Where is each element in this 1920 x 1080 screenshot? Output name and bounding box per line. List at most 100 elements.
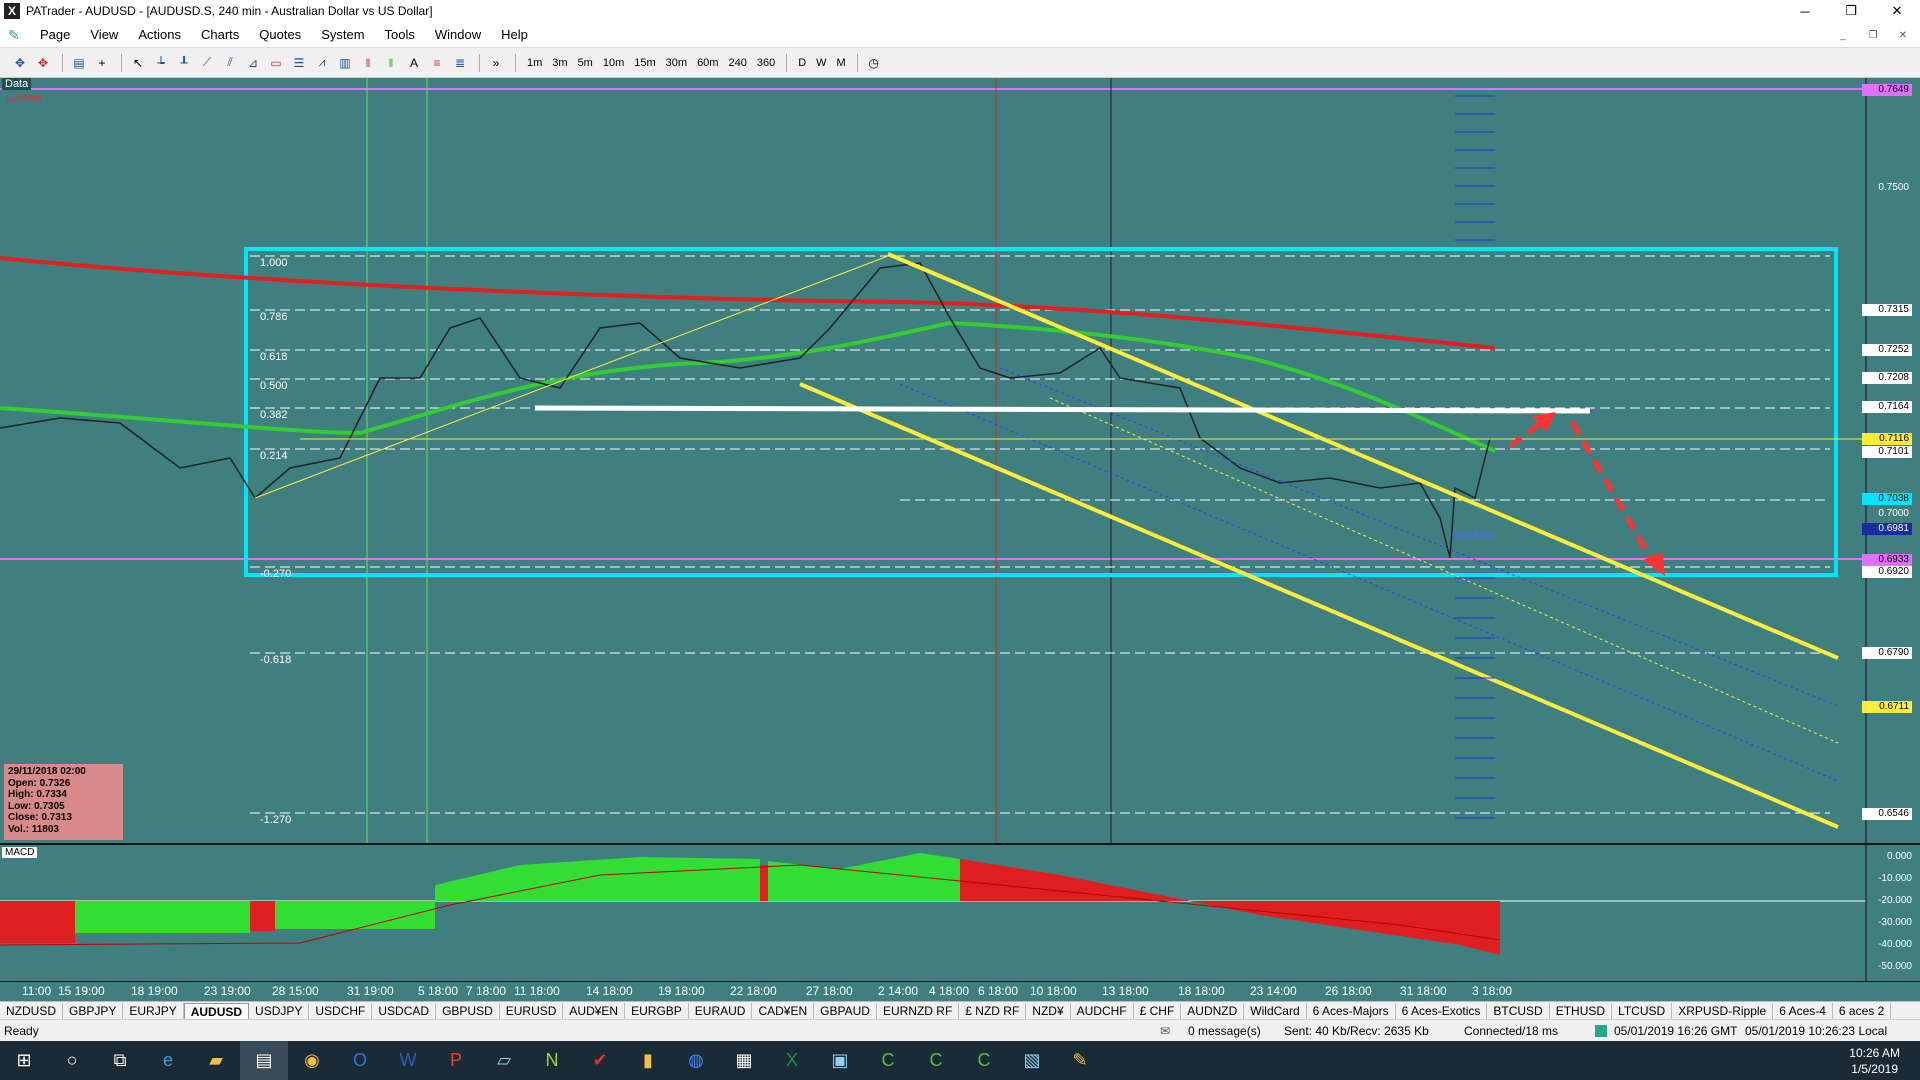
symbol-tab[interactable]: NZDUSD xyxy=(0,1002,63,1019)
app-screen-icon[interactable]: ▣ xyxy=(816,1041,864,1080)
menu-charts[interactable]: Charts xyxy=(191,27,249,42)
tf-240[interactable]: 240 xyxy=(723,53,751,73)
symbol-tab[interactable]: EURUSD xyxy=(500,1002,564,1019)
chart-icon[interactable]: ▤ xyxy=(69,53,89,73)
crosshair-blue-icon[interactable]: ✥ xyxy=(10,53,30,73)
tf-5m[interactable]: 5m xyxy=(573,53,598,73)
symbol-tab[interactable]: LTCUSD xyxy=(1612,1002,1673,1019)
menu-window[interactable]: Window xyxy=(425,27,491,42)
symbol-tab[interactable]: USDCHF xyxy=(309,1002,373,1019)
fib-ext-icon[interactable]: ‖ xyxy=(381,53,401,73)
menu-system[interactable]: System xyxy=(311,27,374,42)
tf-monthly[interactable]: M xyxy=(832,53,851,73)
mail-icon[interactable]: ✉ xyxy=(1160,1024,1170,1038)
tf-30m[interactable]: 30m xyxy=(661,53,692,73)
symbol-tab[interactable]: USDJPY xyxy=(249,1002,310,1019)
chrome-icon[interactable]: ◉ xyxy=(288,1041,336,1080)
symbol-tab[interactable]: EURAUD xyxy=(689,1002,753,1019)
symbol-tab[interactable]: NZD¥ xyxy=(1026,1002,1071,1019)
fib-retrace-icon[interactable]: ☰ xyxy=(289,53,309,73)
gann-icon[interactable]: ⩘ xyxy=(312,53,332,73)
file-explorer-icon[interactable]: ▰ xyxy=(192,1041,240,1080)
symbol-tab[interactable]: WildCard xyxy=(1244,1002,1307,1019)
symbol-tab[interactable]: XRPUSD-Ripple xyxy=(1672,1002,1774,1019)
tf-360[interactable]: 360 xyxy=(752,53,780,73)
symbol-tab[interactable]: EURNZD RF xyxy=(877,1002,960,1019)
calculator-icon[interactable]: ▦ xyxy=(720,1041,768,1080)
text-icon[interactable]: A xyxy=(404,53,424,73)
close-icon[interactable]: ✕ xyxy=(1874,0,1920,22)
more-icon[interactable]: » xyxy=(486,53,506,73)
horizontal-line-icon[interactable]: ┶ xyxy=(151,53,171,73)
levels-icon[interactable]: ≣ xyxy=(450,53,470,73)
menu-quotes[interactable]: Quotes xyxy=(249,27,311,42)
menu-view[interactable]: View xyxy=(80,27,128,42)
outlook-icon[interactable]: O xyxy=(336,1041,384,1080)
tf-60m[interactable]: 60m xyxy=(692,53,723,73)
app-yellow-icon[interactable]: ▮ xyxy=(624,1041,672,1080)
cursor-icon[interactable]: ↖ xyxy=(128,53,148,73)
search-icon[interactable]: ○ xyxy=(48,1041,96,1080)
clock-icon[interactable]: ◷ xyxy=(864,53,884,73)
symbol-tab[interactable]: EURGBP xyxy=(625,1002,689,1019)
camtasia-icon[interactable]: C xyxy=(864,1041,912,1080)
symbol-tab[interactable]: GBPUSD xyxy=(436,1002,500,1019)
symbol-tab[interactable]: AUD¥EN xyxy=(563,1002,626,1019)
price-chart[interactable]: Data Locked 1.000 0.786 0.618 0.500 0.38… xyxy=(0,78,1920,844)
app-green-icon[interactable]: C xyxy=(960,1041,1008,1080)
menu-page[interactable]: Page xyxy=(30,27,80,42)
symbol-tab[interactable]: 6 Aces-4 xyxy=(1773,1002,1833,1019)
list-icon[interactable]: ≡ xyxy=(427,53,447,73)
mdi-restore-icon[interactable]: ❐ xyxy=(1860,27,1886,43)
symbol-tab[interactable]: 6 aces 2 xyxy=(1833,1002,1892,1019)
zoom-icon[interactable]: ◍ xyxy=(672,1041,720,1080)
mdi-minimize-icon[interactable]: _ xyxy=(1830,27,1856,43)
app-n-icon[interactable]: N xyxy=(528,1041,576,1080)
rect-icon[interactable]: ▭ xyxy=(266,53,286,73)
tf-15m[interactable]: 15m xyxy=(629,53,660,73)
crosshair-red-icon[interactable]: ✥ xyxy=(33,53,53,73)
photo-icon[interactable]: ▧ xyxy=(1008,1041,1056,1080)
macd-panel[interactable]: MACD 0.000 -10.000 -20.000 -30.000 -40.0… xyxy=(0,843,1920,981)
symbol-tab[interactable]: ETHUSD xyxy=(1550,1002,1613,1019)
windows-start-icon[interactable]: ⊞ xyxy=(0,1041,48,1080)
menu-actions[interactable]: Actions xyxy=(128,27,191,42)
minimize-icon[interactable]: ─ xyxy=(1782,0,1828,22)
notes-icon[interactable]: ▱ xyxy=(480,1041,528,1080)
symbol-tab[interactable]: USDCAD xyxy=(372,1002,437,1019)
menu-tools[interactable]: Tools xyxy=(375,27,425,42)
symbol-tab[interactable]: AUDNZD xyxy=(1181,1002,1245,1019)
word-icon[interactable]: W xyxy=(384,1041,432,1080)
symbol-tab-active[interactable]: AUDUSD xyxy=(183,1002,250,1019)
symbol-tab[interactable]: 6 Aces-Majors xyxy=(1307,1002,1396,1019)
symbol-tab[interactable]: GBPAUD xyxy=(814,1002,877,1019)
symbol-tab[interactable]: BTCUSD xyxy=(1487,1002,1550,1019)
edge-icon[interactable]: e xyxy=(144,1041,192,1080)
tf-daily[interactable]: D xyxy=(793,53,811,73)
symbol-tab[interactable]: 6 Aces-Exotics xyxy=(1396,1002,1488,1019)
symbol-tab[interactable]: £ NZD RF xyxy=(959,1002,1027,1019)
excel-icon[interactable]: X xyxy=(768,1041,816,1080)
mdi-close-icon[interactable]: ✕ xyxy=(1890,27,1916,43)
symbol-tab[interactable]: AUDCHF xyxy=(1071,1002,1134,1019)
symbol-tab[interactable]: £ CHF xyxy=(1134,1002,1182,1019)
tf-10m[interactable]: 10m xyxy=(598,53,629,73)
vertical-line-icon[interactable]: ┸ xyxy=(174,53,194,73)
grid-icon[interactable]: ▥ xyxy=(335,53,355,73)
patrader-icon[interactable]: ▤ xyxy=(240,1041,288,1080)
symbol-tab[interactable]: CAD¥EN xyxy=(752,1002,815,1019)
tf-1m[interactable]: 1m xyxy=(522,53,547,73)
symbol-tab[interactable]: GBPJPY xyxy=(63,1002,124,1019)
plus-icon[interactable]: + xyxy=(92,53,112,73)
channel-icon[interactable]: ⫽ xyxy=(220,53,240,73)
symbol-tab[interactable]: EURJPY xyxy=(123,1002,184,1019)
trendline-icon[interactable]: ⟋ xyxy=(197,53,217,73)
task-view-icon[interactable]: ⧉ xyxy=(96,1041,144,1080)
fan-icon[interactable]: ⊿ xyxy=(243,53,263,73)
menu-help[interactable]: Help xyxy=(491,27,538,42)
powerpoint-icon[interactable]: P xyxy=(432,1041,480,1080)
taskbar-clock[interactable]: 10:26 AM 1/5/2019 xyxy=(1849,1045,1900,1077)
tf-weekly[interactable]: W xyxy=(811,53,831,73)
app-paint-icon[interactable]: ✎ xyxy=(1056,1041,1104,1080)
restore-icon[interactable]: ❐ xyxy=(1828,0,1874,22)
